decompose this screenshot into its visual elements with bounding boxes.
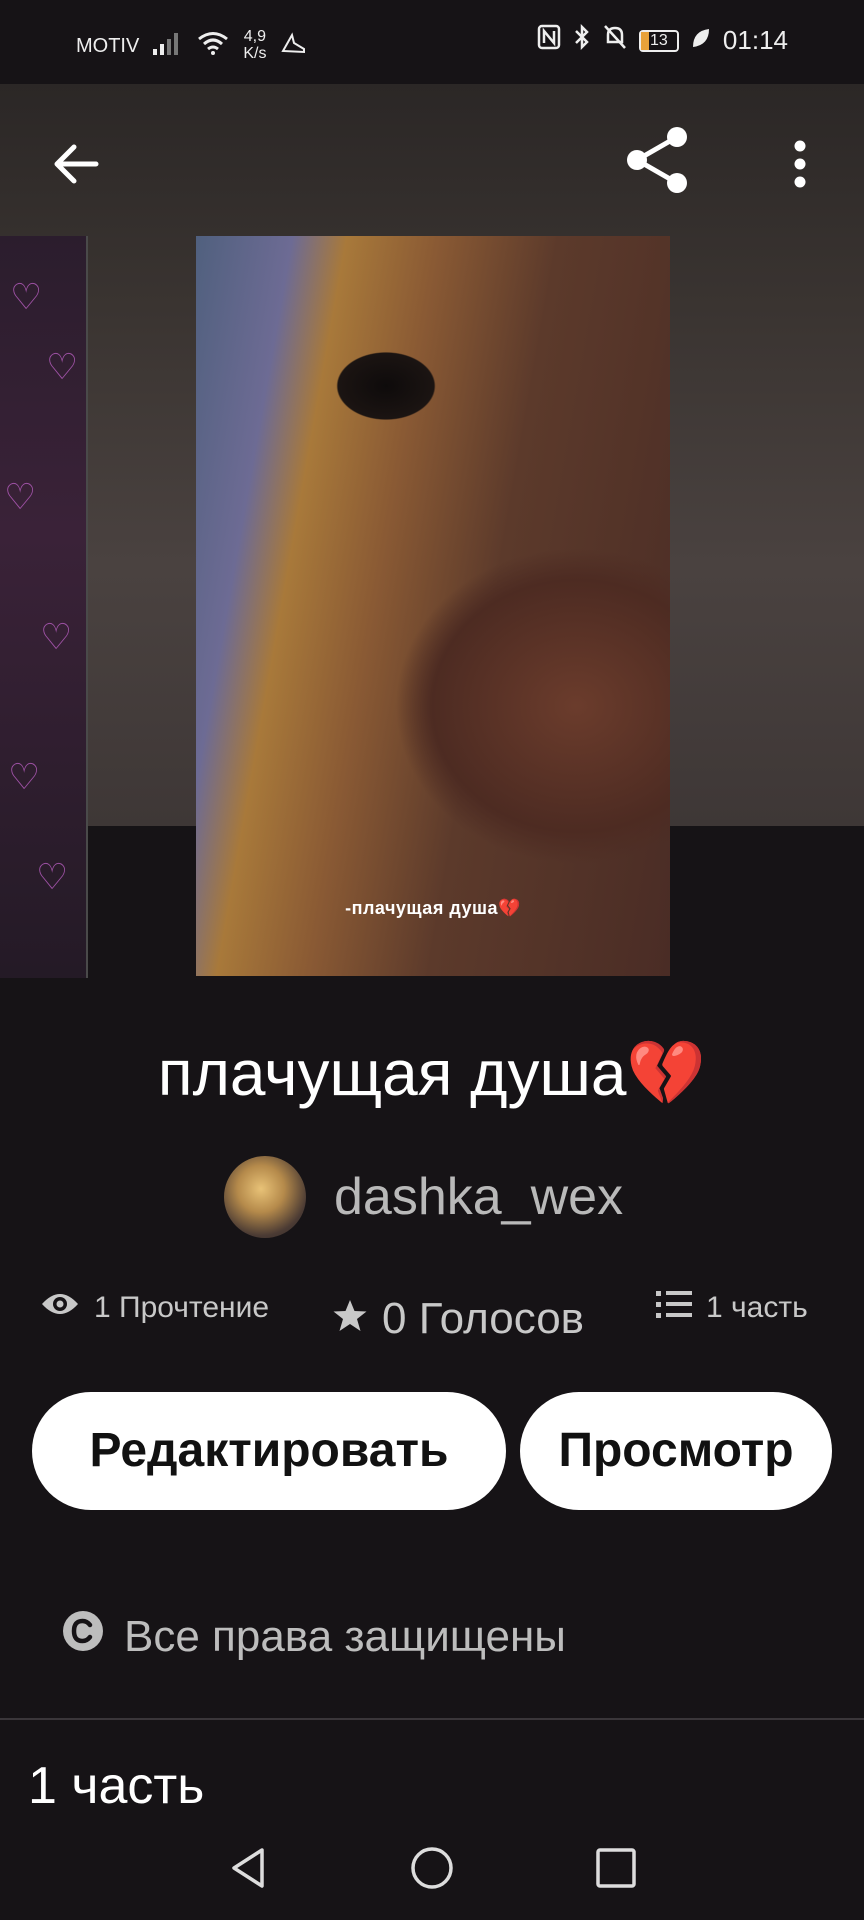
speed-value: 4,9 <box>243 28 267 45</box>
silent-bell-icon <box>603 24 627 57</box>
reads-stat: 1 Прочтение <box>40 1290 269 1326</box>
status-left: MOTIV 4,9 K/s <box>76 28 306 62</box>
top-app-bar <box>0 84 864 234</box>
speed-unit: K/s <box>243 45 267 62</box>
heart-icon: ♡ <box>36 856 69 897</box>
wifi-icon <box>197 31 229 61</box>
preview-button[interactable]: Просмотр <box>520 1392 832 1510</box>
heart-icon: ♡ <box>46 346 79 387</box>
nfc-icon <box>537 24 561 57</box>
eye-icon <box>40 1290 80 1326</box>
clock: 01:14 <box>722 25 788 55</box>
bluetooth-icon <box>573 23 591 57</box>
share-icon <box>623 125 693 200</box>
nav-recents-icon <box>595 1847 637 1894</box>
battery-level: 13 <box>650 31 668 49</box>
status-right: 13 01:14 <box>537 23 788 57</box>
carrier-name: MOTIV <box>76 34 140 57</box>
avatar[interactable] <box>224 1156 306 1238</box>
votes-stat: 0 Голосов <box>332 1294 584 1344</box>
leaf-icon <box>691 25 711 56</box>
nav-recents-button[interactable] <box>584 1842 648 1898</box>
nav-back-icon <box>228 1846 268 1895</box>
list-icon <box>656 1290 692 1326</box>
more-options-button[interactable] <box>780 134 820 198</box>
battery-indicator: 13 <box>638 29 679 52</box>
author-row[interactable]: dashka_wex <box>224 1156 623 1238</box>
parts-count: 1 часть <box>706 1291 808 1324</box>
network-speed: 4,9 K/s <box>243 28 266 62</box>
cover-caption: -плачущая душа💔 <box>345 898 521 918</box>
edit-button[interactable]: Редактировать <box>32 1392 506 1510</box>
heart-icon: ♡ <box>8 756 41 797</box>
share-button[interactable] <box>620 122 696 202</box>
copyright-notice: Все права защищены <box>62 1610 566 1663</box>
heart-icon: ♡ <box>4 476 37 517</box>
votes-count: 0 Голосов <box>382 1294 585 1343</box>
copyright-icon <box>62 1610 104 1663</box>
shoe-icon <box>280 31 306 61</box>
back-button[interactable] <box>44 134 108 198</box>
nav-home-icon <box>410 1846 454 1895</box>
author-name[interactable]: dashka_wex <box>334 1167 623 1227</box>
story-stats: 1 Прочтение 0 Голосов 1 часть <box>0 1290 864 1350</box>
story-title: плачущая душа💔 <box>157 1037 707 1109</box>
section-title: 1 часть <box>28 1757 205 1815</box>
star-icon <box>332 1294 368 1344</box>
heart-icon: ♡ <box>40 616 73 657</box>
previous-cover[interactable]: ♡ ♡ ♡ ♡ ♡ ♡ <box>0 236 88 978</box>
heart-icon: ♡ <box>10 276 43 317</box>
nav-home-button[interactable] <box>400 1842 464 1898</box>
signal-icon <box>153 31 183 61</box>
reads-count: 1 Прочтение <box>94 1291 270 1324</box>
more-vert-icon <box>793 139 807 194</box>
back-arrow-icon <box>52 142 100 191</box>
parts-stat: 1 часть <box>656 1290 808 1326</box>
copyright-text: Все права защищены <box>124 1611 566 1661</box>
nav-back-button[interactable] <box>216 1842 280 1898</box>
status-bar: MOTIV 4,9 K/s 13 01:14 <box>0 0 864 84</box>
story-cover[interactable]: -плачущая душа💔 <box>196 236 670 976</box>
system-nav-bar <box>0 1820 864 1920</box>
divider <box>0 1718 864 1720</box>
